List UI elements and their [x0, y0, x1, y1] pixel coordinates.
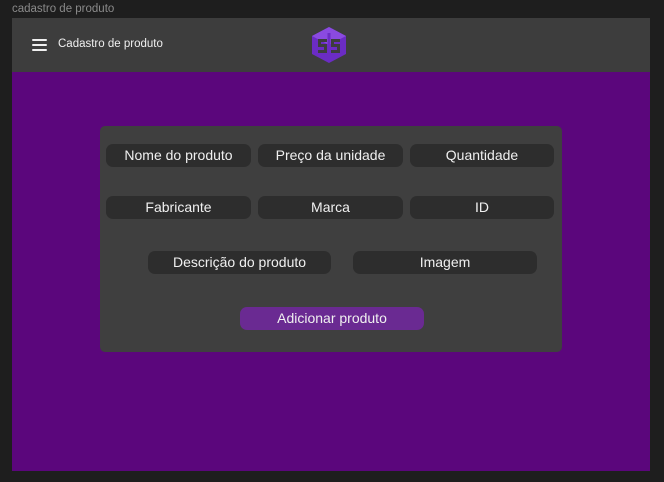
page-title: Cadastro de produto [58, 38, 163, 50]
manufacturer-input[interactable]: Fabricante [106, 196, 251, 219]
quantity-input[interactable]: Quantidade [410, 144, 554, 167]
frame-title: cadastro de produto [12, 3, 115, 15]
hamburger-menu-icon[interactable] [32, 39, 47, 51]
unit-price-input[interactable]: Preço da unidade [258, 144, 403, 167]
id-input[interactable]: ID [410, 196, 554, 219]
product-name-input[interactable]: Nome do produto [106, 144, 251, 167]
image-input[interactable]: Imagem [353, 251, 537, 274]
top-navbar: Cadastro de produto [12, 18, 650, 72]
add-product-button[interactable]: Adicionar produto [240, 307, 424, 330]
app-screen: Cadastro de produto Nome do produto Preç… [12, 18, 650, 471]
brand-logo-icon [312, 27, 346, 63]
product-description-input[interactable]: Descrição do produto [148, 251, 331, 274]
brand-input[interactable]: Marca [258, 196, 403, 219]
product-form-card: Nome do produto Preço da unidade Quantid… [100, 126, 562, 352]
